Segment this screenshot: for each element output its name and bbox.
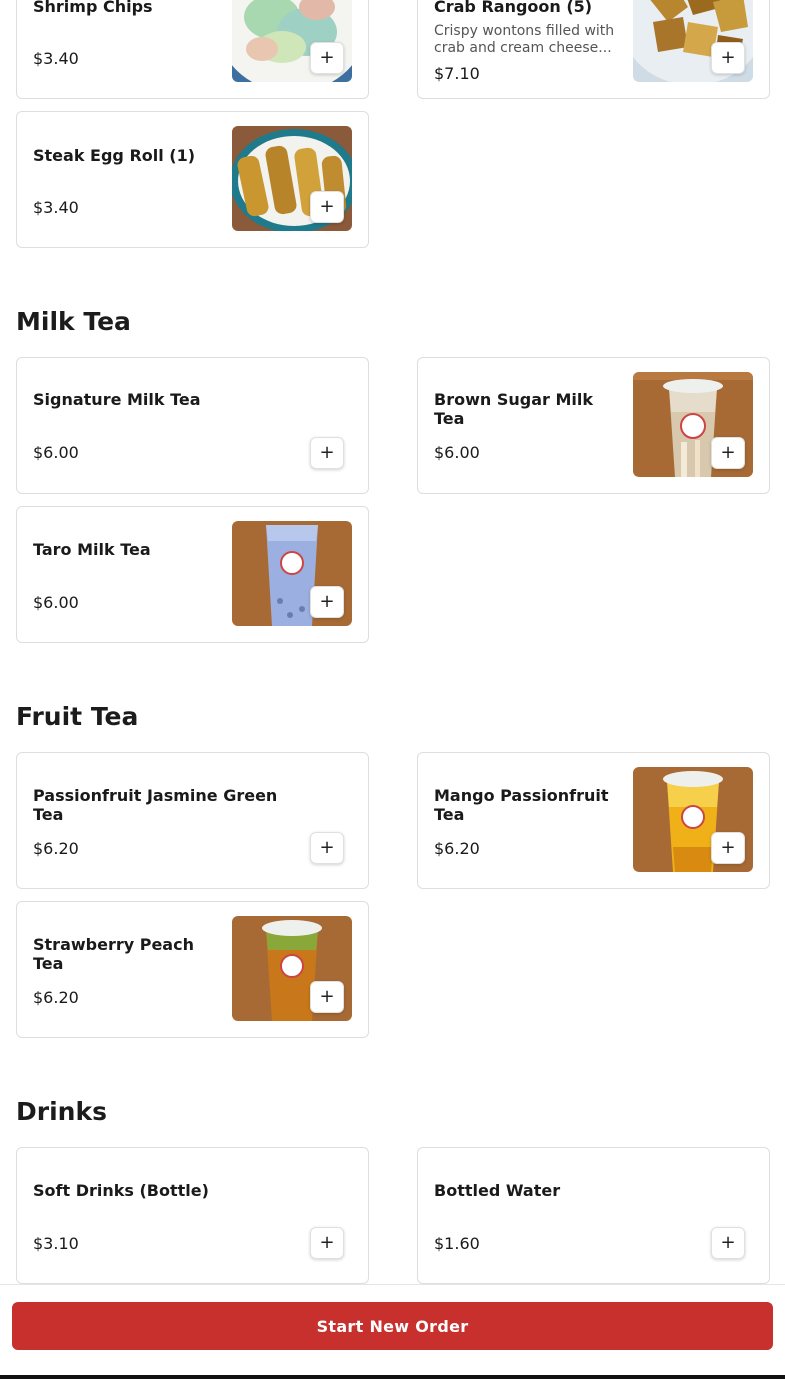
menu-item-strawberry-peach-tea[interactable]: Strawberry Peach Tea $6.20 +: [16, 901, 369, 1038]
item-price: $6.20: [33, 839, 79, 858]
item-price: $6.00: [33, 593, 79, 612]
item-price: $6.00: [33, 443, 79, 462]
item-price: $1.60: [434, 1234, 480, 1253]
menu-item-crab-rangoon[interactable]: Crab Rangoon (5) Crispy wontons filled w…: [417, 0, 770, 99]
section-title-milk-tea: Milk Tea: [16, 307, 131, 336]
menu-item-brown-sugar-milk-tea[interactable]: Brown Sugar Milk Tea $6.00 +: [417, 357, 770, 494]
item-name: Strawberry Peach Tea: [33, 935, 194, 973]
add-to-cart-button[interactable]: +: [310, 437, 344, 469]
item-price: $6.20: [33, 988, 79, 1007]
menu-item-passionfruit-jasmine-green-tea[interactable]: Passionfruit Jasmine Green Tea $6.20 +: [16, 752, 369, 889]
add-to-cart-button[interactable]: +: [711, 437, 745, 469]
item-name: Shrimp Chips: [33, 0, 153, 16]
menu-item-taro-milk-tea[interactable]: Taro Milk Tea $6.00 +: [16, 506, 369, 643]
item-name: Crab Rangoon (5): [434, 0, 593, 16]
item-price: $7.10: [434, 64, 480, 83]
add-to-cart-button[interactable]: +: [310, 586, 344, 618]
start-new-order-button[interactable]: Start New Order: [12, 1302, 773, 1350]
item-price: $3.10: [33, 1234, 79, 1253]
add-to-cart-button[interactable]: +: [310, 1227, 344, 1259]
item-name: Brown Sugar Milk Tea: [434, 390, 593, 428]
add-to-cart-button[interactable]: +: [711, 1227, 745, 1259]
menu-item-soft-drinks[interactable]: Soft Drinks (Bottle) $3.10 +: [16, 1147, 369, 1284]
order-footer: Start New Order: [0, 1284, 785, 1379]
item-name: Taro Milk Tea: [33, 540, 151, 559]
item-name: Mango Passionfruit Tea: [434, 786, 609, 824]
section-title-fruit-tea: Fruit Tea: [16, 702, 139, 731]
section-title-drinks: Drinks: [16, 1097, 107, 1126]
menu-item-bottled-water[interactable]: Bottled Water $1.60 +: [417, 1147, 770, 1284]
menu-item-shrimp-chips[interactable]: Shrimp Chips $3.40 +: [16, 0, 369, 99]
item-price: $3.40: [33, 49, 79, 68]
add-to-cart-button[interactable]: +: [711, 42, 745, 74]
item-price: $6.00: [434, 443, 480, 462]
add-to-cart-button[interactable]: +: [310, 42, 344, 74]
item-name: Soft Drinks (Bottle): [33, 1181, 209, 1200]
item-price: $6.20: [434, 839, 480, 858]
bottom-divider: [0, 1375, 785, 1379]
item-name: Passionfruit Jasmine Green Tea: [33, 786, 278, 824]
item-name: Steak Egg Roll (1): [33, 146, 196, 165]
add-to-cart-button[interactable]: +: [310, 981, 344, 1013]
item-description: Crispy wontons filled with crab and crea…: [434, 23, 615, 56]
add-to-cart-button[interactable]: +: [310, 191, 344, 223]
item-name: Bottled Water: [434, 1181, 561, 1200]
item-price: $3.40: [33, 198, 79, 217]
add-to-cart-button[interactable]: +: [711, 832, 745, 864]
item-name: Signature Milk Tea: [33, 390, 201, 409]
menu-item-signature-milk-tea[interactable]: Signature Milk Tea $6.00 +: [16, 357, 369, 494]
menu-item-steak-egg-roll[interactable]: Steak Egg Roll (1) $3.40 +: [16, 111, 369, 248]
menu-item-mango-passionfruit-tea[interactable]: Mango Passionfruit Tea $6.20 +: [417, 752, 770, 889]
add-to-cart-button[interactable]: +: [310, 832, 344, 864]
